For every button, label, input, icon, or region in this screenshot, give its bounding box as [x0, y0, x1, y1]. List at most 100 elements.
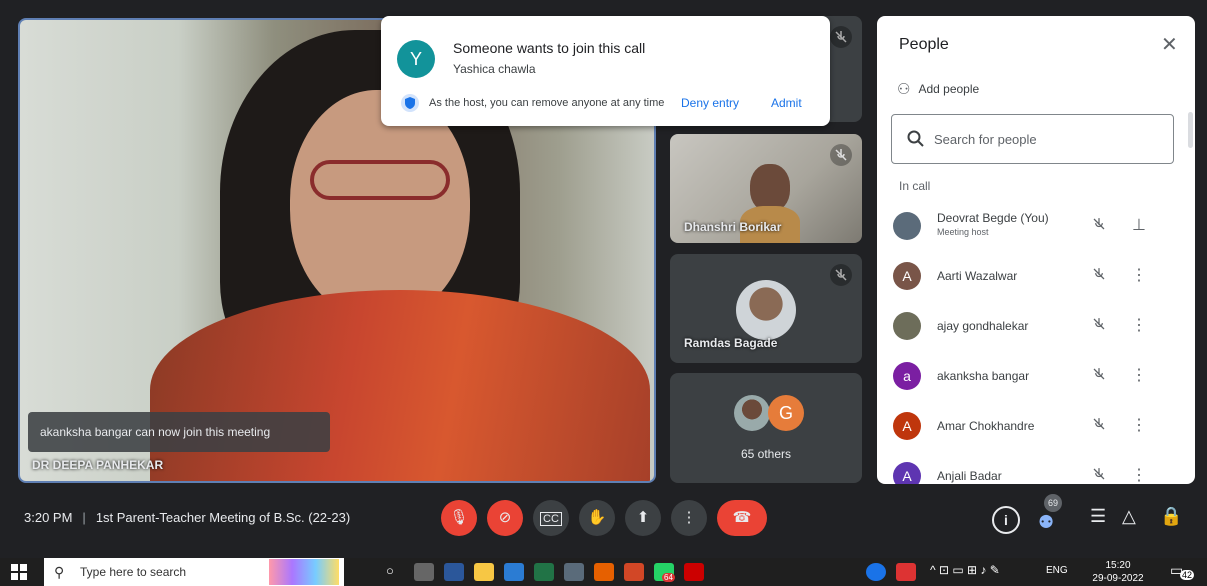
meeting-info: 3:20 PM | 1st Parent-Teacher Meeting of … — [24, 510, 350, 525]
join-toast: akanksha bangar can now join this meetin… — [28, 412, 330, 452]
notification-count: 42 — [1180, 570, 1195, 580]
search-icon: ⚲ — [54, 564, 65, 580]
captions-button[interactable]: CC — [533, 500, 569, 536]
participant-name: Aarti Wazalwar — [937, 269, 1018, 283]
search-placeholder: Search for people — [934, 132, 1037, 147]
participant-avatar: A — [893, 262, 921, 290]
participant-name: Anjali Badar — [937, 469, 1002, 483]
notification-center-icon[interactable]: ▭ 42 — [1170, 562, 1195, 582]
people-panel: People ✕ ⚇ Add people Search for people … — [877, 16, 1195, 484]
help-icon[interactable] — [866, 563, 886, 581]
more-vert-icon[interactable]: ⋮ — [1127, 364, 1151, 388]
participant-row[interactable]: Deovrat Begde (You) Meeting host ⊥ — [877, 204, 1177, 252]
close-icon[interactable]: ✕ — [1161, 32, 1178, 57]
taskbar-search-placeholder: Type here to search — [80, 565, 187, 579]
task-view-icon[interactable] — [414, 563, 434, 581]
language-indicator[interactable]: ENG — [1046, 565, 1068, 576]
participant-name: Amar Chokhandre — [937, 419, 1035, 433]
acrobat-icon[interactable] — [684, 563, 704, 581]
app-icon[interactable] — [444, 563, 464, 581]
present-button[interactable]: ⬆ — [625, 500, 661, 536]
participant-name: Deovrat Begde (You) — [937, 211, 1049, 225]
people-scrollbar[interactable] — [1188, 112, 1193, 148]
mic-off-icon[interactable] — [1087, 264, 1111, 288]
tile-name: Ramdas Bagade — [684, 336, 778, 350]
admit-button[interactable]: Admit — [771, 96, 802, 110]
requester-avatar: Y — [397, 40, 435, 78]
clock-time: 15:20 — [1105, 560, 1131, 571]
taskbar-clock[interactable]: 15:20 29-09-2022 — [1090, 558, 1146, 586]
word-icon[interactable] — [504, 563, 524, 581]
in-call-label: In call — [899, 179, 931, 193]
activities-icon[interactable]: △ — [1122, 506, 1136, 527]
add-person-icon: ⚇ — [897, 81, 911, 98]
participant-name: akanksha bangar — [937, 369, 1030, 383]
participant-row[interactable]: A Aarti Wazalwar ⋮ — [877, 254, 1177, 302]
mic-off-icon[interactable] — [1087, 214, 1111, 238]
cortana-icon[interactable]: ○ — [386, 563, 394, 578]
pin-icon[interactable]: ⊥ — [1127, 214, 1151, 238]
participant-avatar: A — [893, 462, 921, 484]
hand-icon: ✋ — [587, 509, 607, 526]
more-options-button[interactable]: ⋮ — [671, 500, 707, 536]
mic-off-icon[interactable] — [1087, 414, 1111, 438]
others-label: 65 others — [740, 447, 792, 461]
taskbar-search-box[interactable]: ⚲ Type here to search — [44, 558, 344, 586]
mic-toggle-button[interactable]: 🎙 — [441, 500, 477, 536]
people-count-badge: 69 — [1044, 494, 1062, 512]
participant-avatar: A — [893, 412, 921, 440]
side-tile-dhanshri[interactable]: Dhanshri Borikar — [670, 134, 862, 243]
powerpoint-icon[interactable] — [624, 563, 644, 581]
others-avatar-2: G — [768, 395, 804, 431]
people-button[interactable]: 69 ⚉ — [1034, 494, 1064, 536]
mic-off-icon[interactable] — [1087, 464, 1111, 484]
side-tile-others[interactable]: G 65 others — [670, 373, 862, 483]
more-vert-icon[interactable]: ⋮ — [1127, 464, 1151, 484]
more-vert-icon[interactable]: ⋮ — [1127, 264, 1151, 288]
search-people-input[interactable]: Search for people — [891, 114, 1174, 164]
chat-icon[interactable]: ☰ — [1090, 506, 1106, 527]
speaker-saree — [150, 290, 650, 481]
people-panel-title: People — [899, 36, 949, 53]
side-tile-ramdas[interactable]: Ramdas Bagade — [670, 254, 862, 363]
more-vert-icon[interactable]: ⋮ — [1127, 414, 1151, 438]
whatsapp-badge: 64 — [662, 573, 675, 582]
mic-off-icon[interactable] — [1087, 314, 1111, 338]
search-highlight-image — [269, 559, 339, 585]
captions-icon: CC — [540, 512, 562, 526]
shield-icon — [401, 94, 419, 112]
deny-entry-button[interactable]: Deny entry — [681, 96, 739, 110]
excel-icon[interactable] — [534, 563, 554, 581]
camera-toggle-button[interactable]: ⊘ — [487, 500, 523, 536]
raise-hand-button[interactable]: ✋ — [579, 500, 615, 536]
more-vert-icon[interactable]: ⋮ — [1127, 314, 1151, 338]
add-people-button[interactable]: ⚇ Add people — [897, 80, 979, 98]
leave-call-button[interactable]: ☎ — [717, 500, 767, 536]
participant-row[interactable]: A Amar Chokhandre ⋮ — [877, 404, 1177, 452]
meeting-separator: | — [82, 510, 86, 525]
participant-avatar — [893, 212, 921, 240]
meeting-details-icon[interactable]: i — [992, 506, 1020, 534]
others-avatar-1 — [734, 395, 770, 431]
participant-row[interactable]: a akanksha bangar ⋮ — [877, 354, 1177, 402]
mic-off-icon[interactable] — [1087, 364, 1111, 388]
host-controls-icon[interactable]: 🔒 — [1160, 506, 1182, 527]
join-request-title: Someone wants to join this call — [453, 40, 646, 56]
windows-start-icon[interactable] — [10, 563, 28, 581]
participant-figure — [750, 164, 790, 212]
participant-name: ajay gondhalekar — [937, 319, 1029, 333]
chrome-icon[interactable] — [564, 563, 584, 581]
file-explorer-icon[interactable] — [474, 563, 494, 581]
people-icon: ⚉ — [1038, 512, 1055, 532]
participant-row[interactable]: ajay gondhalekar ⋮ — [877, 304, 1177, 352]
participant-subtitle: Meeting host — [937, 227, 989, 237]
mail-icon[interactable] — [896, 563, 916, 581]
camera-off-icon: ⊘ — [498, 509, 512, 526]
hangup-icon: ☎ — [732, 509, 752, 526]
firefox-icon[interactable] — [594, 563, 614, 581]
speaker-glasses — [310, 160, 450, 200]
search-icon — [906, 129, 926, 149]
tray-icons[interactable]: ^ ⊡ ▭ ⊞ ♪ ✎ — [930, 563, 1000, 577]
participant-row[interactable]: A Anjali Badar ⋮ — [877, 454, 1177, 484]
present-icon: ⬆ — [636, 509, 650, 526]
